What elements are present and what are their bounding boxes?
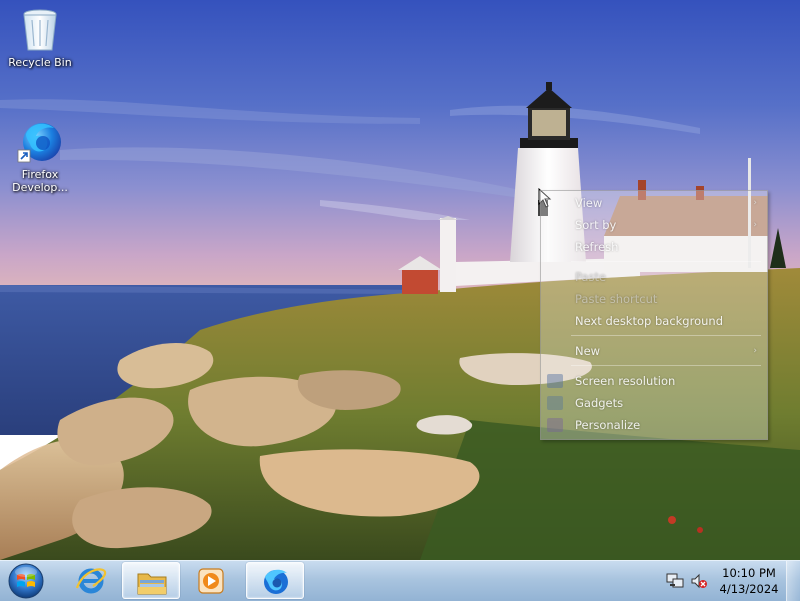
menu-separator bbox=[571, 261, 761, 262]
menu-item-gadgets[interactable]: Gadgets bbox=[541, 393, 767, 413]
desktop-icon-label: Firefox Develop... bbox=[12, 168, 68, 194]
menu-item-paste[interactable]: Paste bbox=[541, 267, 767, 287]
menu-separator bbox=[571, 335, 761, 336]
taskbar-windows-explorer[interactable] bbox=[122, 562, 180, 599]
desktop-icon-firefox-developer[interactable]: Firefox Develop... bbox=[2, 118, 78, 194]
menu-item-screen-resolution[interactable]: Screen resolution bbox=[541, 371, 767, 391]
media-player-icon bbox=[198, 568, 224, 594]
start-button[interactable] bbox=[4, 562, 48, 600]
taskbar-internet-explorer[interactable] bbox=[62, 562, 120, 599]
submenu-arrow-icon: › bbox=[753, 220, 757, 230]
clock-date: 4/13/2024 bbox=[719, 582, 779, 596]
taskbar: 10:10 PM 4/13/2024 bbox=[0, 560, 800, 601]
taskbar-media-player[interactable] bbox=[182, 562, 240, 599]
firefox-developer-icon bbox=[264, 569, 288, 594]
internet-explorer-icon bbox=[75, 568, 107, 594]
menu-item-paste-shortcut[interactable]: Paste shortcut bbox=[541, 289, 767, 309]
menu-item-refresh[interactable]: Refresh bbox=[541, 237, 767, 257]
show-desktop-button[interactable] bbox=[786, 561, 800, 601]
menu-separator bbox=[571, 365, 761, 366]
menu-item-view[interactable]: View › bbox=[541, 193, 767, 213]
menu-item-new[interactable]: New › bbox=[541, 341, 767, 361]
clock-time: 10:10 PM bbox=[722, 566, 776, 580]
taskbar-firefox-developer[interactable] bbox=[246, 562, 304, 599]
submenu-arrow-icon: › bbox=[753, 198, 757, 208]
desktop-icon-recycle-bin[interactable]: Recycle Bin bbox=[2, 6, 78, 69]
menu-item-sort-by[interactable]: Sort by › bbox=[541, 215, 767, 235]
desktop-context-menu: View › Sort by › Refresh Paste Paste sho… bbox=[540, 190, 768, 440]
windows-start-orb-icon bbox=[8, 563, 44, 599]
notification-area bbox=[662, 561, 712, 601]
network-icon[interactable] bbox=[666, 572, 684, 590]
desktop-icon-label: Recycle Bin bbox=[8, 56, 72, 69]
menu-item-next-desktop-background[interactable]: Next desktop background bbox=[541, 311, 767, 331]
desktop[interactable]: Recycle Bin Firefox Develop... View › So… bbox=[0, 0, 800, 560]
taskbar-clock[interactable]: 10:10 PM 4/13/2024 bbox=[716, 565, 782, 597]
recycle-bin-icon bbox=[16, 6, 64, 54]
personalize-icon bbox=[547, 418, 563, 432]
submenu-arrow-icon: › bbox=[753, 346, 757, 356]
firefox-developer-icon bbox=[16, 118, 64, 166]
screen-resolution-icon bbox=[547, 374, 563, 388]
volume-muted-icon[interactable] bbox=[690, 572, 708, 590]
menu-item-personalize[interactable]: Personalize bbox=[541, 415, 767, 435]
folder-icon bbox=[137, 573, 167, 595]
gadgets-icon bbox=[547, 396, 563, 410]
